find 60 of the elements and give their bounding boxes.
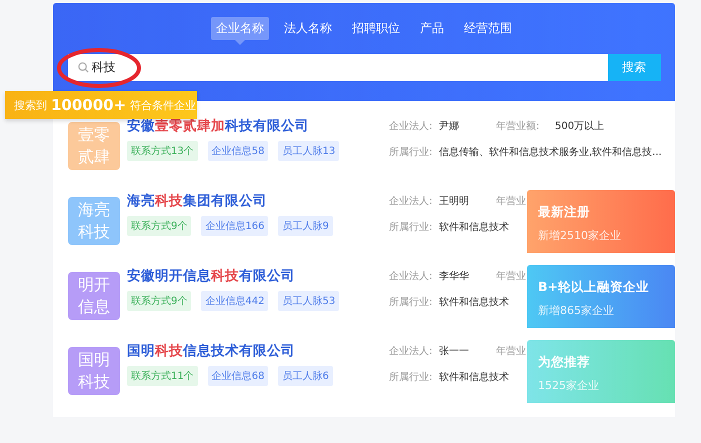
tab-pointer-icon xyxy=(235,40,245,45)
info-tag[interactable]: 企业信息442 xyxy=(201,291,268,311)
company-name[interactable]: 安徽壹零贰肆加科技有限公司 xyxy=(127,117,382,135)
promo-title: B+轮以上融资企业 xyxy=(538,279,650,296)
search-icon xyxy=(78,62,88,73)
field-value: 信息传输、软件和信息技术服务业,软件和信息技... xyxy=(439,146,662,159)
info-tag[interactable]: 员工人脉13 xyxy=(278,141,340,161)
promo-title: 最新注册 xyxy=(538,204,591,221)
promo-title: 为您推荐 xyxy=(538,354,591,371)
promo-subtitle: 1525家企业 xyxy=(538,378,600,393)
contact-tag[interactable]: 联系方式11个 xyxy=(127,366,198,386)
field-label: 年营业 xyxy=(496,270,527,283)
company-name[interactable]: 国明科技信息技术有限公司 xyxy=(127,342,382,360)
info-tag[interactable]: 员工人脉9 xyxy=(278,216,333,236)
field-label: 所属行业: xyxy=(389,220,434,234)
company-name[interactable]: 海亮科技集团有限公司 xyxy=(127,192,382,210)
search-tab[interactable]: 法人名称 xyxy=(279,17,337,40)
promo-subtitle: 新增865家企业 xyxy=(538,303,615,318)
contact-tag[interactable]: 联系方式9个 xyxy=(127,291,192,311)
result-count: 100000+ xyxy=(51,96,126,114)
field-value: 李华华 xyxy=(439,270,470,283)
field-value: 张一一 xyxy=(439,344,470,358)
field-label: 企业法人: xyxy=(389,194,434,208)
search-tab[interactable]: 产品 xyxy=(415,17,449,40)
info-tag[interactable]: 企业信息166 xyxy=(201,216,268,236)
contact-tag[interactable]: 联系方式9个 xyxy=(127,216,192,236)
contact-tag[interactable]: 联系方式13个 xyxy=(127,141,198,161)
company-logo: 壹零贰肆 xyxy=(68,122,120,170)
info-tag[interactable]: 企业信息68 xyxy=(208,366,268,386)
field-value: 王明明 xyxy=(439,195,470,208)
info-tag[interactable]: 企业信息58 xyxy=(208,141,268,161)
company-name[interactable]: 安徽明开信息科技有限公司 xyxy=(127,267,382,285)
company-logo: 明开信息 xyxy=(68,272,120,320)
search-tab[interactable]: 经营范围 xyxy=(459,17,517,40)
field-label: 所属行业: xyxy=(389,296,434,309)
field-label: 所属行业: xyxy=(389,370,434,384)
search-button[interactable]: 搜索 xyxy=(608,54,660,81)
field-label: 年营业 xyxy=(496,194,527,208)
promo-card[interactable]: 最新注册 新增2510家企业 xyxy=(527,190,675,253)
field-value: 软件和信息技术 xyxy=(439,220,510,234)
field-value: 500万以上 xyxy=(555,120,606,133)
field-label: 所属行业: xyxy=(389,146,434,159)
info-tag[interactable]: 员工人脉53 xyxy=(278,291,340,311)
field-value: 软件和信息技术 xyxy=(439,370,510,384)
info-tag[interactable]: 员工人脉6 xyxy=(278,366,333,386)
field-label: 年营业 xyxy=(496,344,527,358)
company-logo: 海亮科技 xyxy=(68,197,120,245)
field-label: 企业法人: xyxy=(389,344,434,358)
field-value: 软件和信息技术 xyxy=(439,296,510,309)
field-label: 企业法人: xyxy=(389,120,434,133)
field-label: 年营业额: xyxy=(496,120,540,133)
banner-text: 符合条件企业 xyxy=(130,98,196,112)
search-field[interactable]: 科技 xyxy=(68,54,608,81)
search-tab[interactable]: 招聘职位 xyxy=(347,17,405,40)
field-value: 尹娜 xyxy=(439,120,460,133)
banner-text: 搜索到 xyxy=(14,98,47,112)
promo-subtitle: 新增2510家企业 xyxy=(538,228,622,243)
field-label: 企业法人: xyxy=(389,270,434,283)
company-logo: 国明科技 xyxy=(68,347,120,395)
promo-card[interactable]: B+轮以上融资企业 新增865家企业 xyxy=(527,265,675,328)
